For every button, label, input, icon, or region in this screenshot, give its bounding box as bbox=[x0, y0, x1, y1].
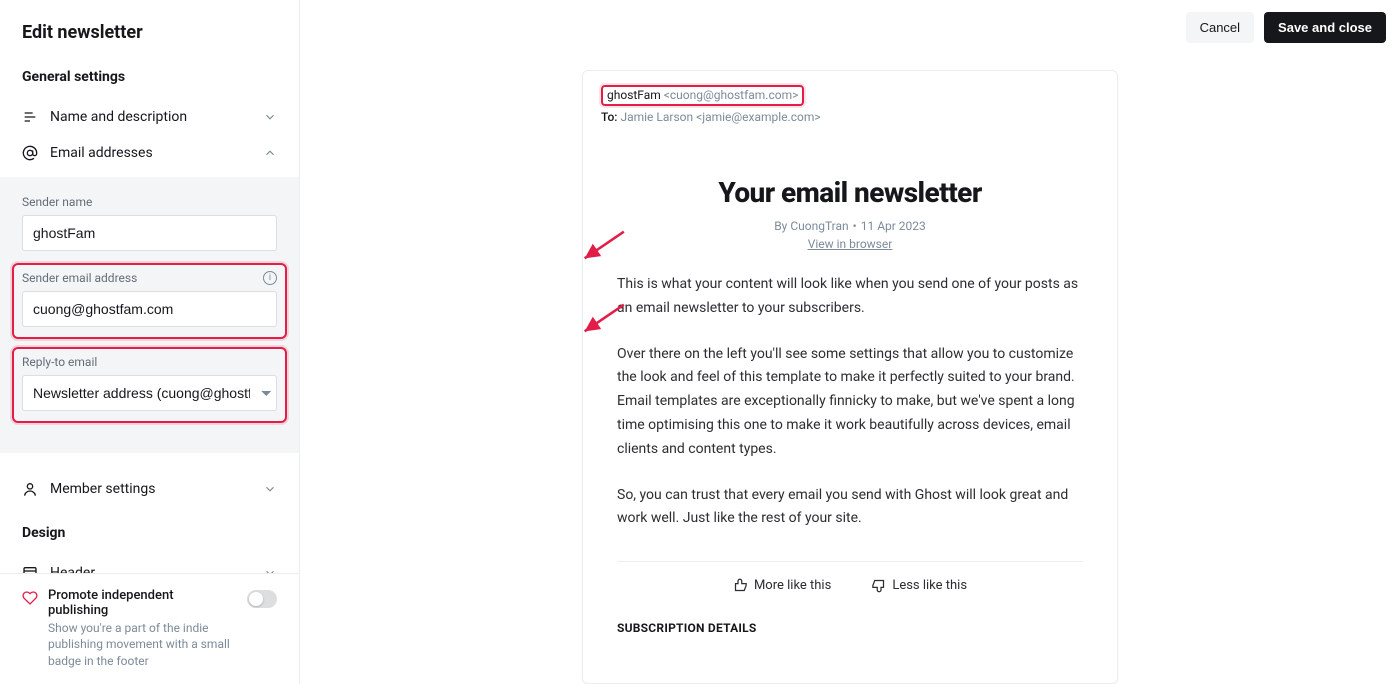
content-paragraph: Over there on the left you'll see some s… bbox=[617, 343, 1083, 462]
group-design: Design bbox=[0, 525, 299, 555]
page-title: Edit newsletter bbox=[0, 0, 299, 69]
heart-icon bbox=[22, 590, 38, 606]
promote-toggle[interactable] bbox=[247, 590, 277, 608]
email-preview: ghostFam <cuong@ghostfam.com> To: Jamie … bbox=[582, 70, 1118, 684]
reply-to-select[interactable]: Newsletter address (cuong@ghostfam.com) bbox=[22, 375, 277, 411]
cancel-button[interactable]: Cancel bbox=[1186, 12, 1254, 43]
email-title: Your email newsletter bbox=[617, 176, 1083, 209]
sender-name-field: Sender name bbox=[22, 195, 277, 251]
thumbs-up-icon bbox=[733, 578, 748, 593]
from-email: <cuong@ghostfam.com> bbox=[664, 88, 799, 102]
more-like-this[interactable]: More like this bbox=[733, 578, 831, 593]
sender-email-label: Sender email address i bbox=[22, 271, 277, 285]
highlight-from: ghostFam <cuong@ghostfam.com> bbox=[601, 85, 804, 106]
text-icon bbox=[22, 109, 38, 125]
thumbs-down-icon bbox=[871, 578, 886, 593]
from-name: ghostFam bbox=[607, 88, 661, 102]
row-header[interactable]: Header bbox=[0, 555, 299, 573]
view-in-browser-link[interactable]: View in browser bbox=[808, 237, 893, 251]
row-name-and-description[interactable]: Name and description bbox=[0, 99, 299, 135]
preview-area: Cancel Save and close ghostFam <cuong@gh… bbox=[300, 0, 1400, 684]
sender-name-label: Sender name bbox=[22, 195, 277, 209]
sender-name-input[interactable] bbox=[22, 215, 277, 251]
layout-header-icon bbox=[22, 565, 38, 573]
row-label: Header bbox=[50, 565, 263, 573]
chevron-down-icon bbox=[263, 566, 277, 573]
reply-to-label: Reply-to email bbox=[22, 355, 277, 369]
sidebar-scroll[interactable]: General settings Name and description Em… bbox=[0, 69, 299, 573]
row-label: Email addresses bbox=[50, 145, 263, 161]
chevron-down-icon bbox=[263, 110, 277, 124]
top-actions: Cancel Save and close bbox=[1186, 12, 1386, 43]
feedback-row: More like this Less like this bbox=[617, 578, 1083, 593]
promote-desc: Show you're a part of the indie publishi… bbox=[48, 620, 237, 670]
email-content: This is what your content will look like… bbox=[617, 273, 1083, 531]
to-line: To: Jamie Larson <jamie@example.com> bbox=[601, 110, 1099, 124]
content-paragraph: So, you can trust that every email you s… bbox=[617, 484, 1083, 532]
save-button[interactable]: Save and close bbox=[1264, 12, 1386, 43]
chevron-down-icon bbox=[263, 482, 277, 496]
row-label: Member settings bbox=[50, 481, 263, 497]
email-body: Your email newsletter By CuongTran•11 Ap… bbox=[583, 134, 1117, 651]
email-date: 11 Apr 2023 bbox=[861, 219, 926, 233]
row-label: Name and description bbox=[50, 109, 263, 125]
divider bbox=[617, 561, 1083, 562]
content-paragraph: This is what your content will look like… bbox=[617, 273, 1083, 321]
highlight-sender-email: Sender email address i bbox=[12, 263, 287, 339]
less-like-this[interactable]: Less like this bbox=[871, 578, 967, 593]
info-icon[interactable]: i bbox=[263, 271, 277, 285]
row-member-settings[interactable]: Member settings bbox=[0, 471, 299, 507]
at-sign-icon bbox=[22, 145, 38, 161]
chevron-up-icon bbox=[263, 146, 277, 160]
to-label: To: bbox=[601, 110, 617, 124]
email-meta: By CuongTran•11 Apr 2023 bbox=[617, 219, 1083, 233]
sidebar: Edit newsletter General settings Name an… bbox=[0, 0, 300, 684]
to-value: Jamie Larson <jamie@example.com> bbox=[620, 110, 820, 124]
promote-title: Promote independent publishing bbox=[48, 588, 237, 618]
email-addresses-panel: Sender name Sender email address i Repl bbox=[0, 177, 299, 453]
email-author: By CuongTran bbox=[774, 219, 848, 233]
subscription-details-heading: SUBSCRIPTION DETAILS bbox=[617, 621, 1083, 635]
promote-footer: Promote independent publishing Show you'… bbox=[0, 573, 299, 684]
sender-email-field: Sender email address i bbox=[22, 271, 277, 327]
email-header: ghostFam <cuong@ghostfam.com> To: Jamie … bbox=[583, 71, 1117, 134]
row-email-addresses[interactable]: Email addresses bbox=[0, 135, 299, 171]
user-icon bbox=[22, 481, 38, 497]
highlight-reply-to: Reply-to email Newsletter address (cuong… bbox=[12, 347, 287, 423]
group-general-settings: General settings bbox=[0, 69, 299, 99]
reply-to-field: Reply-to email Newsletter address (cuong… bbox=[22, 355, 277, 411]
sender-email-input[interactable] bbox=[22, 291, 277, 327]
